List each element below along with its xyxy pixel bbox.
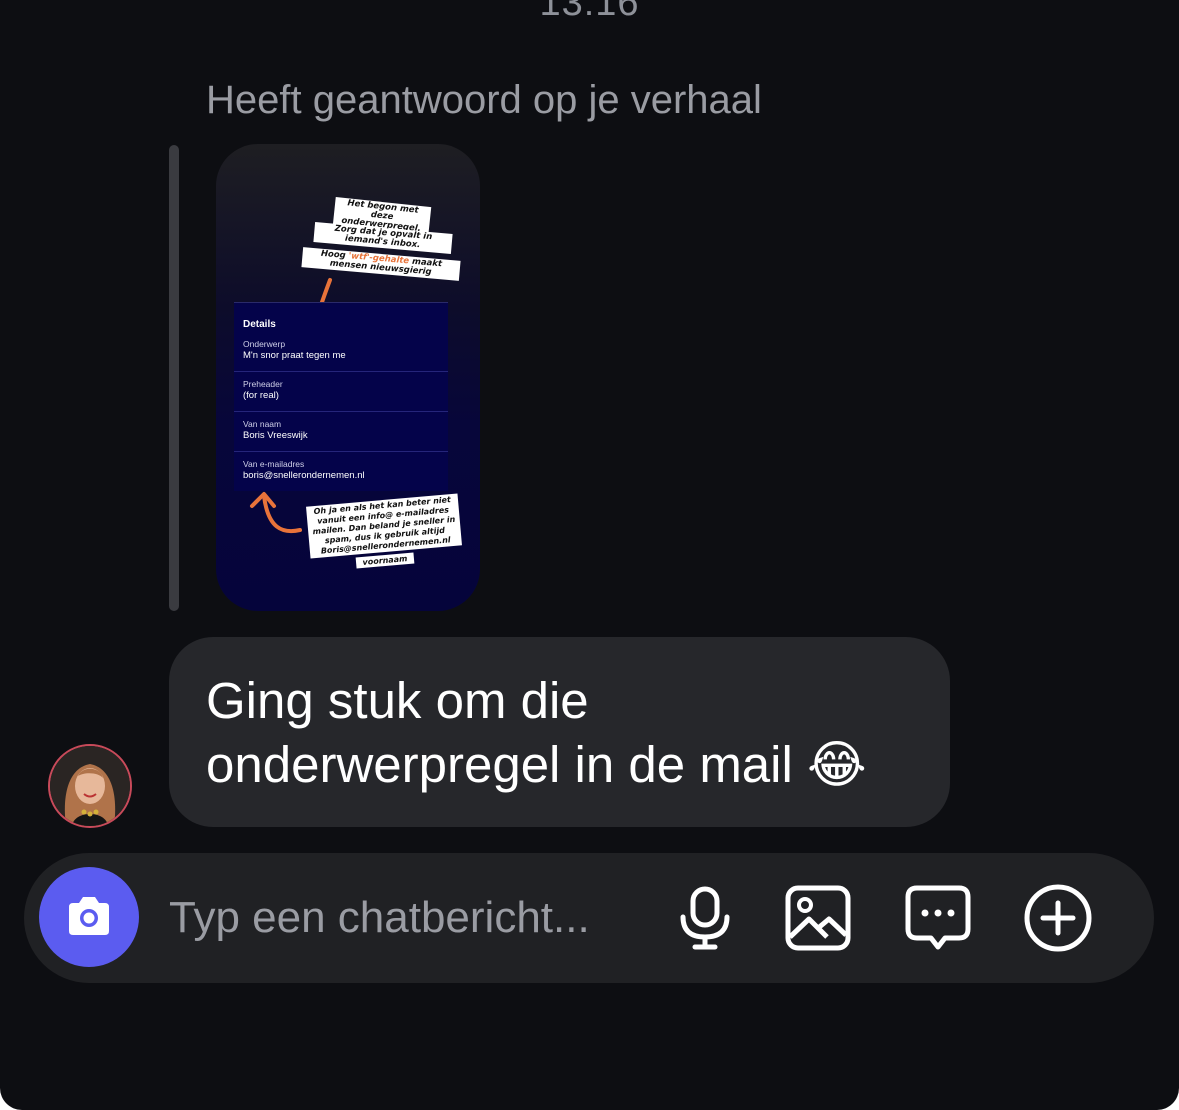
message-text: Ging stuk om die onderwerpregel in de ma…	[206, 672, 867, 793]
chat-bubble-icon[interactable]	[903, 883, 973, 953]
detail-divider	[234, 451, 448, 452]
message-composer	[24, 853, 1154, 983]
reply-quote-bar	[169, 145, 179, 611]
detail-divider	[234, 411, 448, 412]
avatar[interactable]	[48, 744, 132, 828]
camera-icon	[69, 897, 109, 935]
detail-row-sender-name: Van naam Boris Vreeswijk	[243, 419, 439, 441]
detail-label: Van naam	[243, 419, 282, 429]
detail-label: Van e-mailadres	[243, 459, 305, 469]
camera-button[interactable]	[39, 867, 139, 967]
chat-message-input[interactable]	[169, 889, 649, 947]
plus-circle-icon[interactable]	[1023, 883, 1093, 953]
arrow-up-icon	[250, 492, 302, 534]
story-reply-label: Heeft geantwoord op je verhaal	[206, 78, 762, 122]
detail-value: boris@snellerondernemen.nl	[243, 470, 365, 481]
details-title: Details	[243, 319, 276, 330]
detail-row-sender-email: Van e-mailadres boris@snellerondernemen.…	[243, 459, 439, 481]
detail-row-preheader: Preheader (for real)	[243, 379, 439, 401]
detail-value: M'n snor praat tegen me	[243, 350, 346, 361]
detail-value: Boris Vreeswijk	[243, 430, 308, 441]
story-thumbnail[interactable]: Het begon met deze onderwerpregel. Zorg …	[216, 144, 480, 611]
detail-label: Preheader	[243, 379, 283, 389]
email-details-card: Details Onderwerp M'n snor praat tegen m…	[234, 302, 448, 491]
image-icon[interactable]	[783, 883, 853, 953]
detail-value: (for real)	[243, 390, 279, 401]
story-sticker-5: voornaam	[355, 552, 415, 569]
message-timestamp: 13:16	[539, 0, 640, 24]
detail-label: Onderwerp	[243, 339, 286, 349]
avatar-photo	[50, 746, 130, 826]
microphone-icon[interactable]	[670, 883, 740, 953]
detail-row-subject: Onderwerp M'n snor praat tegen me	[243, 339, 439, 361]
story-sticker-4: Oh ja en als het kan beter niet vanuit e…	[306, 493, 462, 559]
detail-divider	[234, 371, 448, 372]
received-message-bubble[interactable]: Ging stuk om die onderwerpregel in de ma…	[169, 637, 950, 827]
chat-screen: 13:16 Heeft geantwoord op je verhaal Het…	[0, 0, 1179, 1110]
